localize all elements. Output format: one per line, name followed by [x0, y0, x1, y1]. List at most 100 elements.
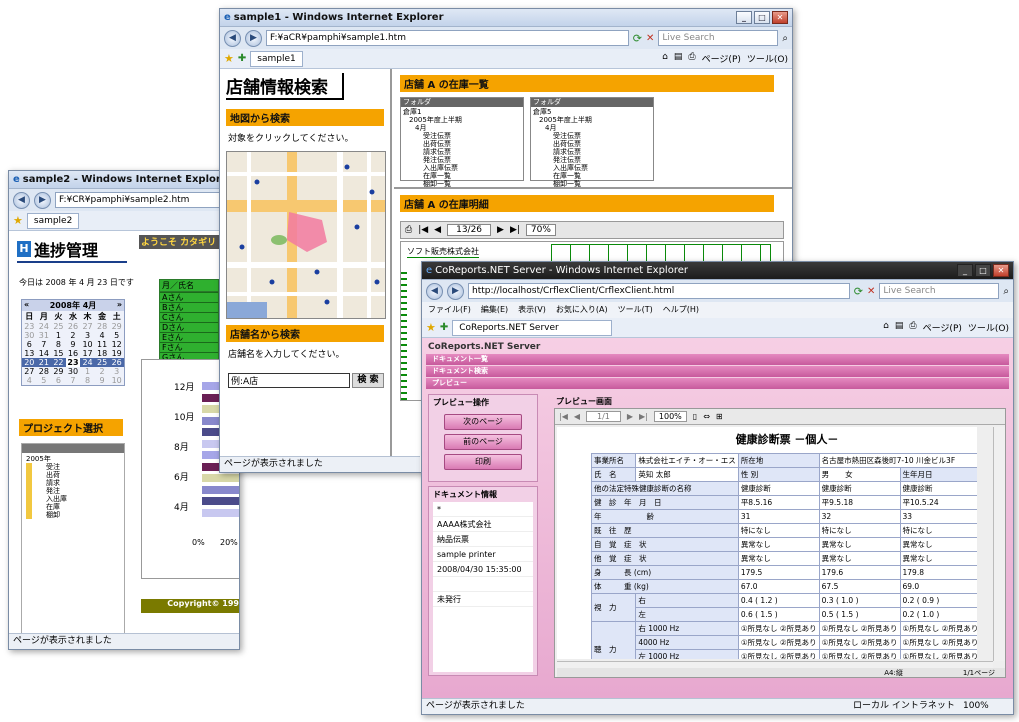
back-icon[interactable]: ◀ [224, 29, 241, 47]
calendar-day[interactable]: 3 [80, 331, 95, 340]
folder-item[interactable]: 2005年度上半期 [403, 116, 521, 124]
folder-item[interactable]: 発注伝票 [533, 156, 651, 164]
page-nav-last-icon[interactable]: ▶| [639, 412, 648, 421]
calendar-day[interactable]: 18 [95, 349, 110, 358]
calendar-day[interactable]: 26 [109, 358, 124, 367]
calendar-day[interactable]: 29 [51, 367, 66, 376]
folder-item[interactable]: 請求伝票 [403, 148, 521, 156]
menu-item[interactable]: ファイル(F) [428, 302, 471, 318]
person-row[interactable]: Bさん [160, 302, 218, 312]
close-icon[interactable]: ✕ [772, 11, 788, 24]
calendar-day[interactable]: 8 [51, 340, 66, 349]
calendar-day[interactable]: 10 [80, 340, 95, 349]
calendar-day[interactable]: 3 [109, 367, 124, 376]
refresh-icon[interactable]: ⟳ [633, 32, 642, 45]
store-name-input[interactable] [228, 373, 350, 388]
close-icon[interactable]: ✕ [993, 264, 1009, 277]
folder-item[interactable]: 4月 [533, 124, 651, 132]
back-icon[interactable]: ◀ [13, 191, 30, 209]
forward-icon[interactable]: ▶ [245, 29, 262, 47]
calendar-day[interactable]: 31 [37, 331, 52, 340]
calendar-day[interactable]: 1 [80, 367, 95, 376]
folder-item[interactable]: 入出庫伝票 [533, 164, 651, 172]
calendar-day[interactable]: 28 [95, 322, 110, 331]
forward-icon[interactable]: ▶ [34, 191, 51, 209]
calendar-day[interactable]: 14 [37, 349, 52, 358]
folder-item[interactable]: 受注伝票 [403, 132, 521, 140]
search-icon[interactable]: ⌕ [782, 33, 788, 44]
zoom-status[interactable]: 100% [963, 699, 1013, 714]
print-icon[interactable]: ⎙ [688, 52, 695, 65]
calendar-day[interactable]: 27 [80, 322, 95, 331]
folder-item[interactable]: 2005年度上半期 [533, 116, 651, 124]
add-favorites-icon[interactable]: ✚ [440, 322, 448, 333]
calendar-day[interactable]: 4 [95, 331, 110, 340]
forward-icon[interactable]: ▶ [447, 282, 464, 300]
tree-item[interactable]: 棚卸 [26, 511, 122, 519]
calendar-day[interactable]: 4 [22, 376, 37, 385]
calendar-day[interactable]: 23 [65, 358, 81, 367]
calendar-day[interactable]: 13 [22, 349, 37, 358]
feeds-icon[interactable]: ▤ [895, 321, 904, 334]
calendar-day[interactable]: 10 [109, 376, 124, 385]
folder-item[interactable]: 出荷伝票 [403, 140, 521, 148]
print-button[interactable]: 印刷 [444, 454, 522, 470]
person-row[interactable]: Cさん [160, 312, 218, 322]
page-nav-last-icon[interactable]: ▶| [510, 225, 520, 235]
search-input[interactable]: Live Search [658, 30, 779, 46]
address-bar[interactable]: http://localhost/CrflexClient/CrflexClie… [468, 283, 850, 299]
calendar-day[interactable]: 24 [80, 358, 95, 367]
person-row[interactable]: Dさん [160, 322, 218, 332]
print-icon[interactable]: ⎙ [909, 321, 916, 334]
page-menu[interactable]: ページ(P) [702, 52, 741, 65]
search-button[interactable]: 検 索 [352, 373, 384, 388]
folder-item[interactable]: 発注伝票 [403, 156, 521, 164]
fit-all-icon[interactable]: ⊞ [716, 412, 723, 421]
back-icon[interactable]: ◀ [426, 282, 443, 300]
minimize-icon[interactable]: _ [736, 11, 752, 24]
folder-item[interactable]: 請求伝票 [533, 148, 651, 156]
page-menu[interactable]: ページ(P) [923, 321, 962, 334]
folder-item[interactable]: 4月 [403, 124, 521, 132]
tab-sample2[interactable]: sample2 [26, 212, 80, 229]
page-indicator[interactable]: 13/26 [447, 224, 492, 236]
calendar-day[interactable]: 5 [109, 331, 124, 340]
page-nav-next-icon[interactable]: ▶ [627, 412, 633, 421]
maximize-icon[interactable]: □ [975, 264, 991, 277]
tree-item[interactable]: 発注 [26, 487, 122, 495]
section-bar[interactable]: ドキュメント一覧 [426, 354, 1009, 365]
calendar-day[interactable]: 29 [109, 322, 124, 331]
folder-item[interactable]: 在庫一覧 [403, 172, 521, 180]
folder-item[interactable]: 受注伝票 [533, 132, 651, 140]
tree-item[interactable]: 出荷 [26, 471, 122, 479]
calendar-day[interactable]: 7 [37, 340, 52, 349]
calendar-day[interactable]: 30 [66, 367, 81, 376]
calendar-day[interactable]: 2 [66, 331, 81, 340]
calendar-day[interactable]: 20 [22, 358, 37, 367]
favorites-star-icon[interactable]: ★ [13, 214, 23, 227]
menu-item[interactable]: お気に入り(A) [556, 302, 608, 318]
page-nav-prev-icon[interactable]: ◀ [434, 225, 441, 235]
calendar-day[interactable]: 9 [66, 340, 81, 349]
menu-item[interactable]: 表示(V) [518, 302, 546, 318]
calendar-day[interactable]: 11 [95, 340, 110, 349]
calendar-day[interactable]: 5 [37, 376, 52, 385]
calendar-day[interactable]: 9 [95, 376, 110, 385]
page-nav-first-icon[interactable]: |◀ [559, 412, 568, 421]
tools-menu[interactable]: ツール(O) [968, 321, 1009, 334]
favorites-star-icon[interactable]: ★ [224, 52, 234, 65]
fit-page-icon[interactable]: ▯ [693, 412, 697, 421]
home-icon[interactable]: ⌂ [883, 321, 889, 334]
calendar-day[interactable]: 1 [51, 331, 66, 340]
calendar-day[interactable]: 6 [51, 376, 66, 385]
folder-item[interactable]: 入出庫伝票 [403, 164, 521, 172]
calendar-day[interactable]: 23 [22, 322, 37, 331]
person-row[interactable]: Fさん [160, 342, 218, 352]
tree-item[interactable]: 請求 [26, 479, 122, 487]
tree-item[interactable]: 入出庫 [26, 495, 122, 503]
vertical-scrollbar[interactable] [993, 427, 1005, 661]
folder-item[interactable]: 倉庫5 [533, 108, 651, 116]
calendar-day[interactable]: 19 [109, 349, 124, 358]
next-page-button[interactable]: 次のページ [444, 414, 522, 430]
tab-coreports[interactable]: CoReports.NET Server [452, 319, 613, 336]
